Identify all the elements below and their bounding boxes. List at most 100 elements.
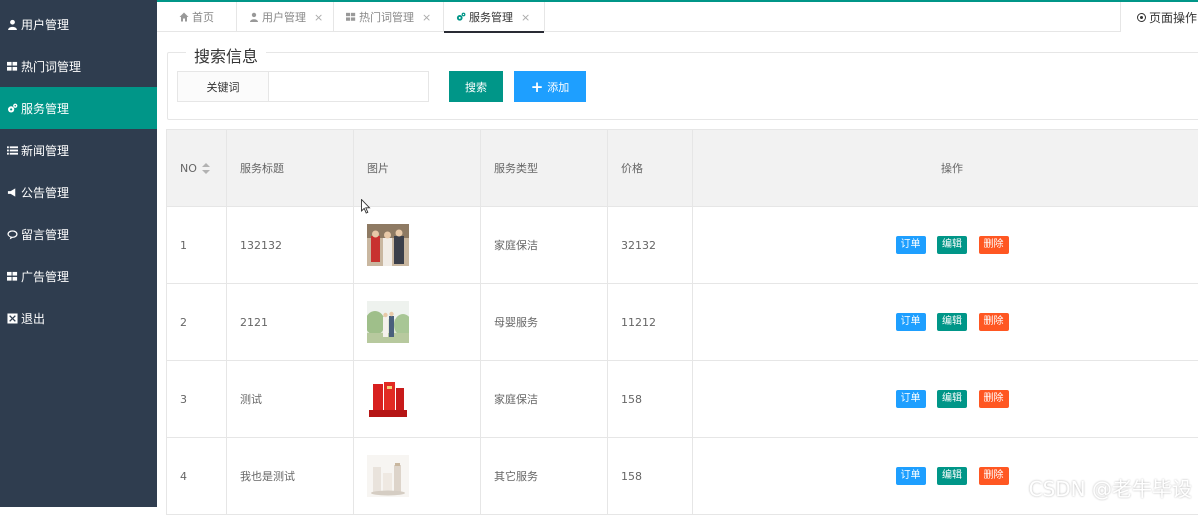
column-header-actions: 操作 [693, 130, 1198, 207]
cell-image [354, 284, 481, 361]
order-button[interactable]: 订单 [896, 390, 926, 408]
cell-actions: 订单 编辑 删除 [693, 207, 1198, 284]
close-icon[interactable]: × [422, 11, 431, 24]
grid-icon [346, 12, 356, 22]
delete-button[interactable]: 删除 [979, 313, 1009, 331]
close-icon[interactable]: × [314, 11, 323, 24]
cell-title: 我也是测试 [227, 438, 354, 515]
sidebar-item-hotwords[interactable]: 热门词管理 [0, 45, 157, 87]
wedding-photo [367, 224, 409, 266]
tab-label: 用户管理 [262, 9, 306, 25]
sidebar-item-label: 热门词管理 [21, 58, 81, 75]
target-icon [1137, 13, 1146, 22]
add-button[interactable]: + 添加 [514, 71, 586, 102]
tab-services[interactable]: 服务管理 × [444, 2, 545, 32]
search-legend: 搜索信息 [186, 43, 266, 67]
cell-image [354, 207, 481, 284]
close-icon[interactable]: × [521, 11, 530, 24]
table-row: 1 132132 家庭保洁 32132 订单 编辑 删除 [167, 207, 1198, 284]
edit-button[interactable]: 编辑 [937, 313, 967, 331]
delete-button[interactable]: 删除 [979, 236, 1009, 254]
cell-title: 132132 [227, 207, 354, 284]
delete-button[interactable]: 删除 [979, 467, 1009, 485]
cell-type: 家庭保洁 [481, 207, 608, 284]
order-button[interactable]: 订单 [896, 236, 926, 254]
watermark: CSDN @老牛毕设 [1029, 473, 1192, 502]
cell-image [354, 361, 481, 438]
column-header-no[interactable]: NO [167, 130, 227, 207]
sidebar-item-label: 服务管理 [21, 100, 69, 117]
sidebar-item-notices[interactable]: 公告管理 [0, 171, 157, 213]
sidebar-item-label: 退出 [21, 310, 45, 327]
order-button[interactable]: 订单 [896, 313, 926, 331]
cell-no: 1 [167, 207, 227, 284]
tab-hotwords[interactable]: 热门词管理 × [334, 2, 444, 32]
sort-icon[interactable] [202, 163, 210, 174]
sidebar: 用户管理 热门词管理 服务管理 新闻管理 公告管理 留言管理 广告管理 退出 [0, 0, 157, 507]
cell-type: 家庭保洁 [481, 361, 608, 438]
page-operations-label: 页面操作 [1149, 9, 1197, 26]
keyword-input[interactable] [268, 71, 429, 102]
column-header-price: 价格 [608, 130, 693, 207]
cell-type: 其它服务 [481, 438, 608, 515]
couple-outdoor-photo [367, 301, 409, 343]
grid-icon [6, 60, 18, 72]
table-header-row: NO 服务标题 图片 服务类型 价格 操作 [167, 130, 1198, 207]
cell-image [354, 438, 481, 515]
cell-price: 32132 [608, 207, 693, 284]
close-box-icon [6, 312, 18, 324]
red-cosmetics-photo [367, 378, 409, 420]
tab-users[interactable]: 用户管理 × [237, 2, 334, 32]
sidebar-item-label: 留言管理 [21, 226, 69, 243]
services-table: NO 服务标题 图片 服务类型 价格 操作 1 132132 家庭保洁 3213… [166, 129, 1198, 515]
cell-price: 11212 [608, 284, 693, 361]
search-button[interactable]: 搜索 [449, 71, 503, 102]
edit-button[interactable]: 编辑 [937, 390, 967, 408]
grid-icon [6, 270, 18, 282]
tab-bar: 首页 用户管理 × 热门词管理 × 服务管理 × [157, 2, 1198, 32]
list-icon [6, 144, 18, 156]
cell-title: 测试 [227, 361, 354, 438]
cogs-icon [456, 12, 466, 22]
cogs-icon [6, 102, 18, 114]
tab-home[interactable]: 首页 [167, 2, 237, 32]
sidebar-item-messages[interactable]: 留言管理 [0, 213, 157, 255]
column-header-type: 服务类型 [481, 130, 608, 207]
column-header-image: 图片 [354, 130, 481, 207]
table-row: 2 2121 母婴服务 11212 订单 编辑 删除 [167, 284, 1198, 361]
white-cosmetics-photo [367, 455, 409, 497]
cell-no: 3 [167, 361, 227, 438]
delete-button[interactable]: 删除 [979, 390, 1009, 408]
comment-icon [6, 228, 18, 240]
tab-label: 首页 [192, 9, 214, 25]
cell-no: 4 [167, 438, 227, 515]
sidebar-item-logout[interactable]: 退出 [0, 297, 157, 339]
keyword-label: 关键词 [177, 71, 269, 102]
plus-icon: + [531, 78, 544, 96]
cell-no: 2 [167, 284, 227, 361]
cell-title: 2121 [227, 284, 354, 361]
bullhorn-icon [6, 186, 18, 198]
tab-label: 热门词管理 [359, 9, 414, 25]
order-button[interactable]: 订单 [896, 467, 926, 485]
tab-label: 服务管理 [469, 9, 513, 25]
home-icon [179, 12, 189, 22]
sidebar-item-ads[interactable]: 广告管理 [0, 255, 157, 297]
cell-actions: 订单 编辑 删除 [693, 361, 1198, 438]
edit-button[interactable]: 编辑 [937, 467, 967, 485]
column-header-title: 服务标题 [227, 130, 354, 207]
add-button-label: 添加 [547, 79, 569, 95]
cell-type: 母婴服务 [481, 284, 608, 361]
page-operations-menu[interactable]: 页面操作 [1120, 2, 1198, 32]
sidebar-item-label: 公告管理 [21, 184, 69, 201]
cell-price: 158 [608, 438, 693, 515]
cell-actions: 订单 编辑 删除 [693, 284, 1198, 361]
sidebar-item-news[interactable]: 新闻管理 [0, 129, 157, 171]
user-icon [6, 18, 18, 30]
mouse-cursor-icon [361, 199, 371, 215]
cell-price: 158 [608, 361, 693, 438]
sidebar-item-services[interactable]: 服务管理 [0, 87, 157, 129]
sidebar-item-users[interactable]: 用户管理 [0, 3, 157, 45]
edit-button[interactable]: 编辑 [937, 236, 967, 254]
sidebar-item-label: 用户管理 [21, 16, 69, 33]
